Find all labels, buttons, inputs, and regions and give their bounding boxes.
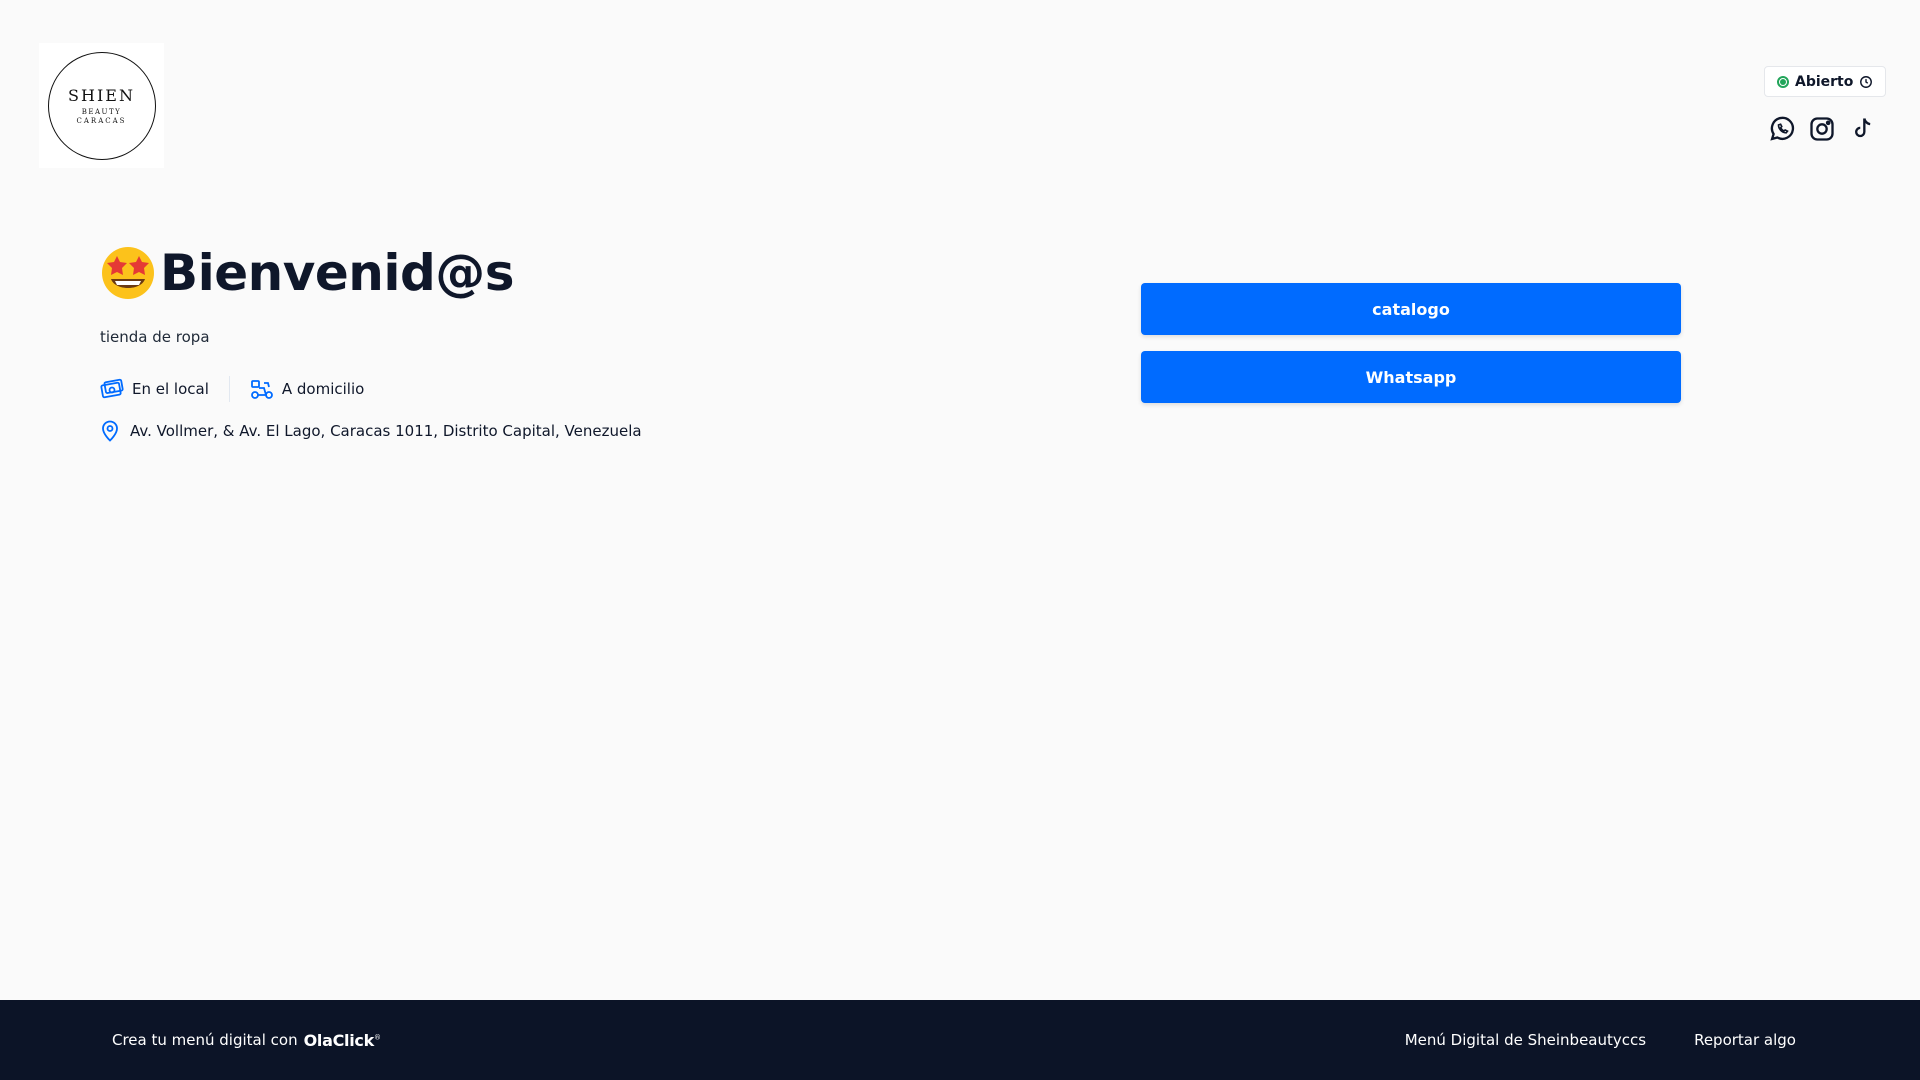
footer: Crea tu menú digital con OlaClick® Menú … — [0, 1000, 1920, 1080]
olaclick-logo: OlaClick® — [304, 1031, 381, 1050]
mode-dine-in-label: En el local — [132, 380, 209, 398]
mode-delivery-label: A domicilio — [281, 380, 365, 398]
whatsapp-icon[interactable] — [1768, 114, 1796, 144]
welcome-heading: Bienvenid@s — [100, 244, 642, 302]
service-modes: En el local A domicilio — [100, 376, 642, 402]
footer-cta[interactable]: Crea tu menú digital con OlaClick® — [112, 1031, 381, 1050]
store-logo: SHIEN BEAUTY CARACAS — [39, 43, 164, 168]
instagram-icon[interactable] — [1808, 114, 1836, 144]
status-dot-icon — [1777, 75, 1789, 88]
store-ticket-icon — [100, 378, 124, 399]
olaclick-brand-text: OlaClick — [303, 1030, 375, 1050]
digital-menu-link[interactable]: Menú Digital de Sheinbeautyccs — [1405, 1031, 1646, 1049]
report-link[interactable]: Reportar algo — [1694, 1031, 1796, 1049]
star-struck-emoji — [102, 247, 154, 299]
address-text: Av. Vollmer, & Av. El Lago, Caracas 1011… — [130, 422, 642, 440]
catalog-button[interactable]: catalogo — [1141, 283, 1681, 335]
store-address: Av. Vollmer, & Av. El Lago, Caracas 1011… — [100, 420, 642, 442]
location-pin-icon — [102, 420, 118, 442]
logo-line-1: SHIEN — [68, 85, 135, 105]
status-label: Abierto — [1795, 73, 1854, 90]
delivery-scooter-icon — [250, 380, 273, 399]
store-description: tienda de ropa — [100, 328, 210, 346]
logo-line-2: BEAUTY — [81, 107, 122, 116]
open-status-badge[interactable]: Abierto — [1764, 66, 1887, 97]
hero-section: Bienvenid@s tienda de ropa En el local A… — [100, 244, 642, 442]
page-title: Bienvenid@s — [160, 244, 515, 302]
footer-links: Menú Digital de Sheinbeautyccs Reportar … — [1405, 1031, 1796, 1049]
olaclick-brand-mark: ® — [373, 1033, 381, 1042]
mode-delivery: A domicilio — [250, 378, 364, 400]
clock-icon — [1860, 75, 1873, 88]
footer-cta-text: Crea tu menú digital con — [112, 1031, 298, 1049]
logo-badge: SHIEN BEAUTY CARACAS — [47, 51, 156, 160]
mode-dine-in: En el local — [100, 378, 209, 400]
modes-divider — [228, 376, 230, 402]
tiktok-icon[interactable] — [1848, 114, 1876, 144]
whatsapp-button[interactable]: Whatsapp — [1141, 351, 1681, 403]
social-links — [1768, 114, 1876, 144]
logo-line-3: CARACAS — [76, 116, 127, 125]
